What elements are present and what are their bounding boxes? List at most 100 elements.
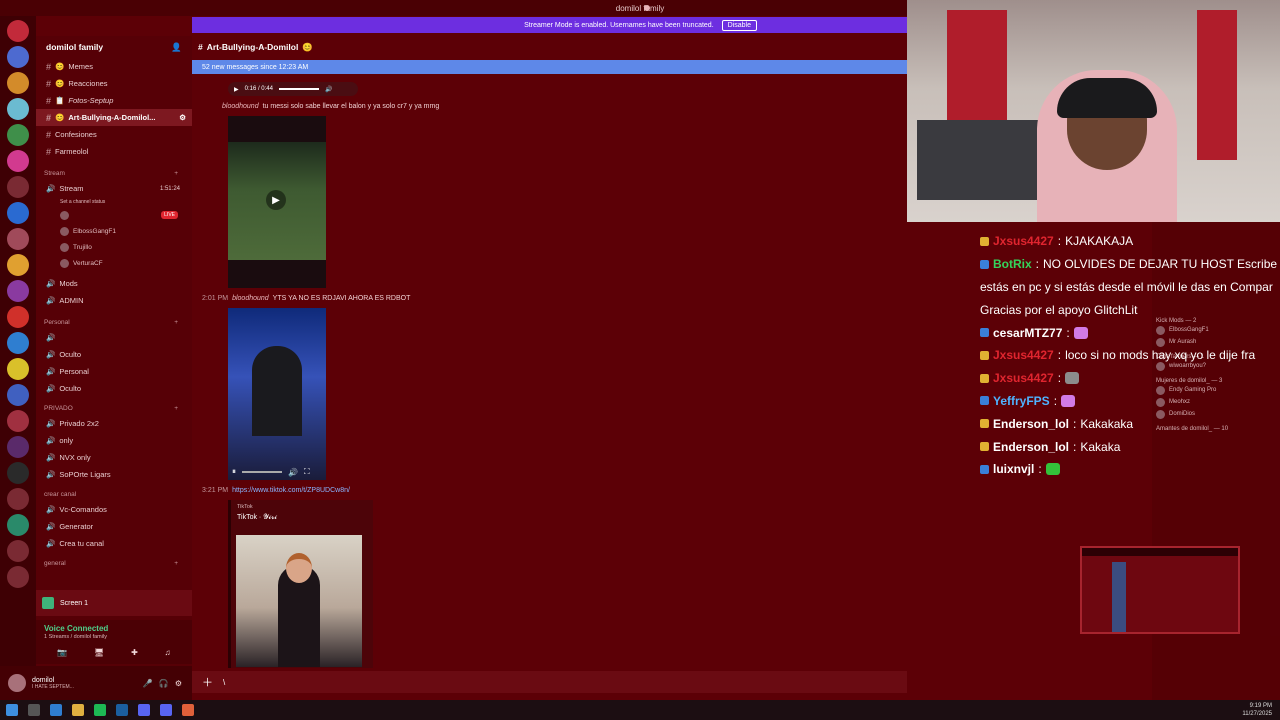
play-icon[interactable]: ▶: [234, 86, 239, 93]
embed-title[interactable]: TikTok · 𝓨𝓲𝓻𝓲: [237, 514, 367, 522]
gear-icon[interactable]: ⚙: [175, 679, 182, 688]
voice-channel[interactable]: 🔊 Vc-Comandos: [36, 501, 192, 518]
message-author[interactable]: bloodhound: [232, 295, 269, 302]
new-messages-bar[interactable]: 52 new messages since 12:23 AM: [192, 60, 907, 74]
voice-channel[interactable]: 🔊 Crea tu canal: [36, 535, 192, 552]
stream-user[interactable]: ElbossGangF1: [36, 223, 192, 239]
channel-fotos-septup[interactable]: # 📋 Fotos-Septup: [36, 92, 192, 109]
category-personal[interactable]: Personal +: [36, 315, 192, 329]
stream-user[interactable]: Trujillo: [36, 239, 192, 255]
message-composer[interactable]: ＋ \: [192, 671, 907, 693]
screen-share-panel[interactable]: Screen 1: [36, 590, 192, 616]
channel-confesiones[interactable]: # Confesiones: [36, 126, 192, 143]
system-tray[interactable]: 9:19 PM 11/27/2025: [1242, 702, 1272, 718]
voice-channel[interactable]: 🔊 SoPOrte Ligars: [36, 466, 192, 483]
category-privado[interactable]: PRIVADO +: [36, 401, 192, 415]
voice-channel-admin[interactable]: 🔊 ADMIN: [36, 292, 192, 309]
add-channel-icon[interactable]: +: [174, 319, 178, 326]
category-general[interactable]: general +: [36, 556, 192, 570]
audio-progress[interactable]: [278, 88, 319, 90]
channel-art-bullying[interactable]: # 😊 Art-Bullying-A-Domilol... ⚙: [36, 109, 192, 126]
add-channel-icon[interactable]: +: [174, 405, 178, 412]
server-icon[interactable]: [7, 176, 29, 198]
embed-thumbnail[interactable]: [236, 535, 362, 667]
channel-memes[interactable]: # 😊 Memes: [36, 58, 192, 75]
add-attachment-icon[interactable]: ＋: [202, 674, 213, 690]
stream-user[interactable]: VerturaCF: [36, 255, 192, 271]
server-icon[interactable]: [7, 228, 29, 250]
microphone-icon[interactable]: 🎤: [143, 679, 153, 688]
avatar[interactable]: [8, 674, 26, 692]
server-icon[interactable]: [7, 72, 29, 94]
steam-icon[interactable]: [116, 704, 128, 716]
soundboard-icon[interactable]: ♫: [165, 648, 171, 657]
fullscreen-icon[interactable]: ⛶: [304, 467, 310, 477]
stream-user[interactable]: LIVE: [36, 207, 192, 223]
chat-username[interactable]: Jxsus4427: [993, 348, 1054, 362]
play-button[interactable]: ▶: [266, 190, 286, 210]
settings-gear-icon[interactable]: ⚙: [179, 113, 186, 122]
channel-farmeolol[interactable]: # Farmeolol: [36, 143, 192, 160]
camera-off-icon[interactable]: 📷: [57, 648, 67, 657]
server-icon[interactable]: [7, 384, 29, 406]
chat-username[interactable]: Jxsus4427: [993, 234, 1054, 248]
composer-text[interactable]: \: [223, 678, 225, 687]
add-member-icon[interactable]: 👤: [171, 42, 182, 53]
screen-share-icon[interactable]: 🖥: [94, 648, 104, 657]
channel-status[interactable]: Set a channel status: [36, 197, 192, 207]
volume-icon[interactable]: 🔊: [288, 468, 298, 477]
chat-username[interactable]: cesarMTZ77: [993, 326, 1062, 340]
obs-icon[interactable]: [182, 704, 194, 716]
discord-icon[interactable]: [138, 704, 150, 716]
server-icon[interactable]: [7, 410, 29, 432]
voice-channel[interactable]: 🔊 Personal: [36, 363, 192, 380]
chat-username[interactable]: YeffryFPS: [993, 394, 1050, 408]
server-icon[interactable]: [7, 540, 29, 562]
screen-preview[interactable]: [1080, 546, 1240, 634]
add-channel-icon[interactable]: +: [174, 170, 178, 177]
server-icon[interactable]: [7, 98, 29, 120]
voice-channel[interactable]: 🔊 NVX only: [36, 449, 192, 466]
activities-icon[interactable]: ✚: [131, 648, 138, 657]
message-author[interactable]: bloodhound: [222, 103, 259, 110]
spotify-icon[interactable]: [94, 704, 106, 716]
disable-streamer-mode-button[interactable]: Disable: [721, 19, 757, 31]
chat-username[interactable]: Jxsus4427: [993, 371, 1054, 385]
add-channel-icon[interactable]: +: [174, 560, 178, 567]
server-icon[interactable]: [7, 358, 29, 380]
volume-icon[interactable]: 🔊: [325, 86, 332, 93]
server-icon[interactable]: [7, 20, 29, 42]
voice-channel[interactable]: 🔊 Generator: [36, 518, 192, 535]
server-header[interactable]: domilol family 👤: [36, 36, 192, 58]
server-icon[interactable]: [7, 462, 29, 484]
discord-icon[interactable]: [160, 704, 172, 716]
server-icon[interactable]: [7, 150, 29, 172]
chat-username[interactable]: Enderson_lol: [993, 417, 1069, 431]
server-icon[interactable]: [7, 306, 29, 328]
voice-channel[interactable]: 🔊: [36, 329, 192, 346]
voice-channel-stream[interactable]: 🔊 Stream 1:51:24: [36, 180, 192, 197]
server-icon[interactable]: [7, 254, 29, 276]
embed-provider[interactable]: TikTok: [237, 504, 367, 510]
category-stream[interactable]: Stream +: [36, 166, 192, 180]
server-icon[interactable]: [7, 332, 29, 354]
server-icon[interactable]: [7, 46, 29, 68]
windows-start-icon[interactable]: [6, 704, 18, 716]
video-progress[interactable]: [242, 471, 282, 473]
voice-channel-mods[interactable]: 🔊 Mods: [36, 275, 192, 292]
server-icon[interactable]: [7, 488, 29, 510]
browser-icon[interactable]: [50, 704, 62, 716]
task-view-icon[interactable]: [28, 704, 40, 716]
voice-channel[interactable]: 🔊 Oculto: [36, 346, 192, 363]
pause-icon[interactable]: ⏸: [232, 467, 236, 477]
voice-channel[interactable]: 🔊 Privado 2x2: [36, 415, 192, 432]
server-icon[interactable]: [7, 566, 29, 588]
headphones-icon[interactable]: 🎧: [159, 679, 169, 688]
voice-channel[interactable]: 🔊 only: [36, 432, 192, 449]
server-icon[interactable]: [7, 280, 29, 302]
message-link[interactable]: https://www.tiktok.com/t/ZP8UDCw8n/: [232, 487, 350, 494]
chat-username[interactable]: Enderson_lol: [993, 440, 1069, 454]
server-icon[interactable]: [7, 514, 29, 536]
server-icon[interactable]: [7, 436, 29, 458]
channel-reacciones[interactable]: # 😊 Reacciones: [36, 75, 192, 92]
